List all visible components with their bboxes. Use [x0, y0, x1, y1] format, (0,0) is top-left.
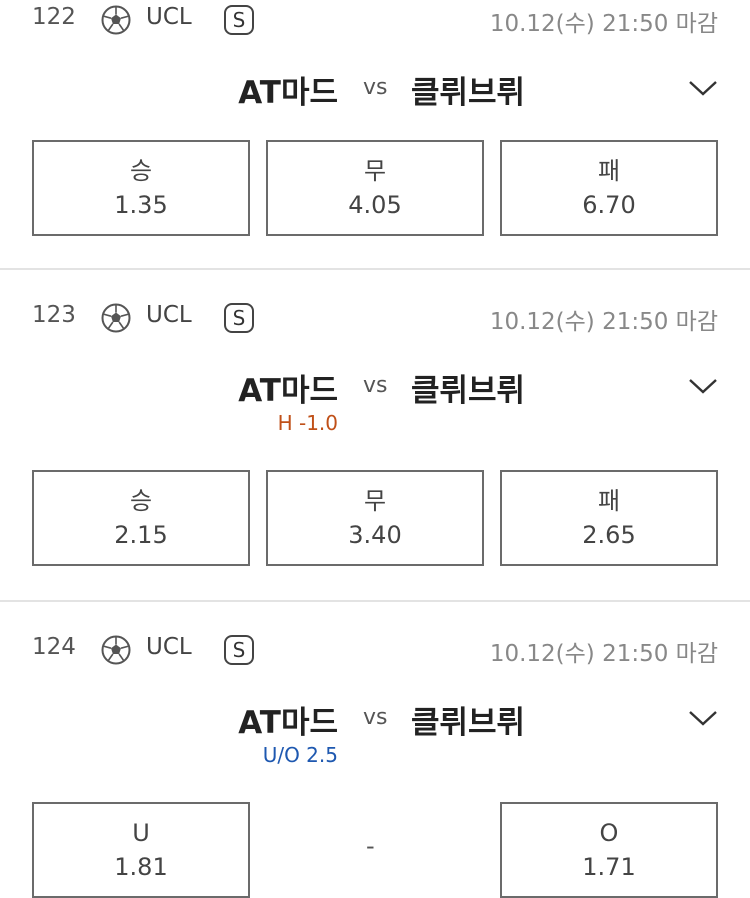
away-team: 클뤼브뤼 [411, 75, 526, 111]
deadline-text: 10.12(수) 21:50 마감 [489, 11, 718, 37]
home-team: AT마드 [238, 705, 338, 741]
odds-button-draw[interactable]: 무 3.40 [266, 470, 484, 566]
league-name: UCL [146, 4, 192, 30]
match-number: 122 [32, 4, 76, 30]
match-card-123: 123 UCL S 10.12(수) 21:50 마감 AT마드 vs 클뤼브뤼… [0, 270, 750, 600]
deadline-text: 10.12(수) 21:50 마감 [489, 641, 718, 667]
soccer-ball-icon [101, 5, 131, 35]
odds-value: 2.15 [114, 521, 168, 549]
soccer-ball-icon [101, 303, 131, 333]
odds-label: 패 [597, 487, 621, 515]
odds-value: 1.71 [582, 853, 636, 881]
home-team: AT마드 [238, 373, 338, 409]
odds-label: O [599, 819, 619, 847]
odds-value: 4.05 [348, 191, 402, 219]
home-team: AT마드 [238, 75, 338, 111]
odds-value: 6.70 [582, 191, 636, 219]
odds-button-draw[interactable]: 무 4.05 [266, 140, 484, 236]
deadline-text: 10.12(수) 21:50 마감 [489, 309, 718, 335]
vs-label: vs [363, 75, 388, 100]
odds-button-under[interactable]: U 1.81 [32, 802, 250, 898]
under-over-label: U/O 2.5 [262, 743, 338, 767]
league-name: UCL [146, 302, 192, 328]
odds-value: 1.35 [114, 191, 168, 219]
odds-label: U [132, 819, 150, 847]
away-team: 클뤼브뤼 [411, 373, 526, 409]
match-card-122: 122 UCL S 10.12(수) 21:50 마감 AT마드 vs 클뤼브뤼… [0, 0, 750, 268]
odds-value: 2.65 [582, 521, 636, 549]
odds-value: 1.81 [114, 853, 168, 881]
odds-label: 무 [363, 157, 387, 185]
handicap-label: H -1.0 [277, 411, 338, 435]
chevron-down-icon[interactable] [688, 708, 718, 728]
chevron-down-icon[interactable] [688, 78, 718, 98]
soccer-ball-icon [101, 635, 131, 665]
match-card-124: 124 UCL S 10.12(수) 21:50 마감 AT마드 vs 클뤼브뤼… [0, 602, 750, 898]
special-badge: S [224, 635, 254, 665]
league-name: UCL [146, 634, 192, 660]
odds-label: 승 [129, 487, 153, 515]
odds-label: 승 [129, 157, 153, 185]
vs-label: vs [363, 373, 388, 398]
odds-button-win[interactable]: 승 2.15 [32, 470, 250, 566]
odds-label: 패 [597, 157, 621, 185]
odds-button-lose[interactable]: 패 6.70 [500, 140, 718, 236]
odds-button-lose[interactable]: 패 2.65 [500, 470, 718, 566]
vs-label: vs [363, 705, 388, 730]
odds-button-over[interactable]: O 1.71 [500, 802, 718, 898]
odds-value: 3.40 [348, 521, 402, 549]
odds-button-win[interactable]: 승 1.35 [32, 140, 250, 236]
odds-label: 무 [363, 487, 387, 515]
chevron-down-icon[interactable] [688, 376, 718, 396]
match-number: 123 [32, 302, 76, 328]
special-badge: S [224, 303, 254, 333]
away-team: 클뤼브뤼 [411, 705, 526, 741]
special-badge: S [224, 5, 254, 35]
no-draw-placeholder: - [366, 832, 375, 860]
match-number: 124 [32, 634, 76, 660]
